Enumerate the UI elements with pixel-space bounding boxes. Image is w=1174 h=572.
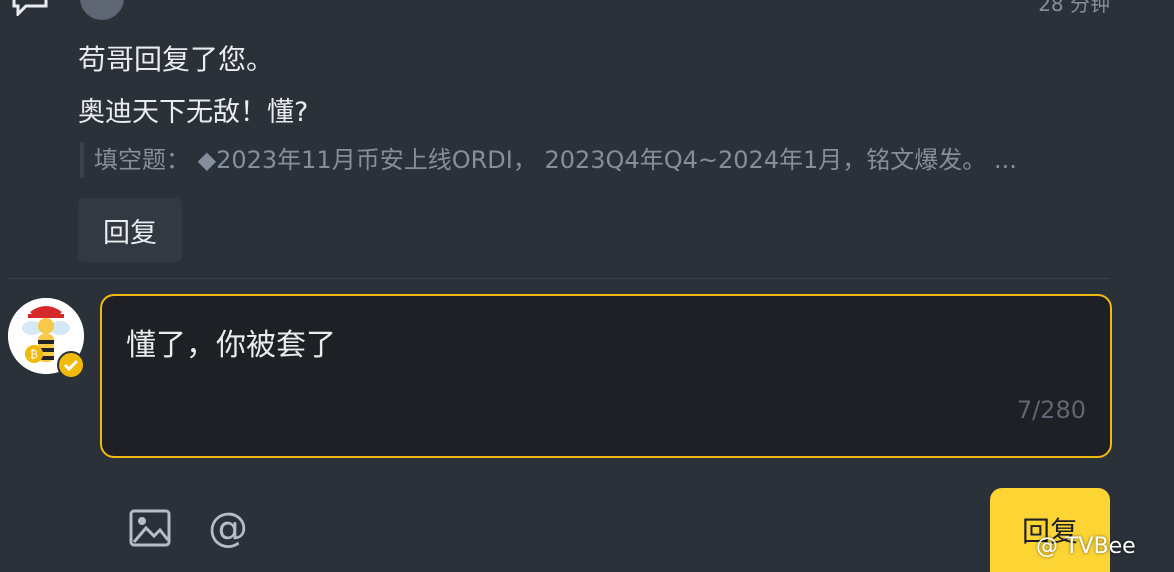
reply-button[interactable]: 回复 [78,198,182,262]
svg-text:₿: ₿ [30,348,38,361]
avatar [80,0,124,20]
timestamp: 28 分钟 [1038,0,1110,16]
divider [8,278,1110,279]
comment-icon [12,0,48,16]
reply-textarea[interactable]: 懂了，你被套了 7/280 [100,294,1112,458]
verified-badge-icon [57,351,85,379]
submit-reply-button[interactable]: 回复 [990,488,1110,572]
mention-icon[interactable]: @ [208,504,248,552]
quoted-post[interactable]: 填空题： ◆2023年11月币安上线ORDI， 2023Q4年Q4~2024年1… [80,142,1110,178]
notification-title: 苟哥回复了您。 [78,43,275,76]
reply-content: 奥迪天下无敌！懂? [78,97,309,128]
watermark: @ TVBee [1036,534,1136,559]
reply-input-text[interactable]: 懂了，你被套了 [126,320,336,364]
image-icon[interactable] [128,508,172,548]
quoted-post-text: 填空题： ◆2023年11月币安上线ORDI， 2023Q4年Q4~2024年1… [94,146,1017,174]
character-counter: 7/280 [1016,396,1086,424]
